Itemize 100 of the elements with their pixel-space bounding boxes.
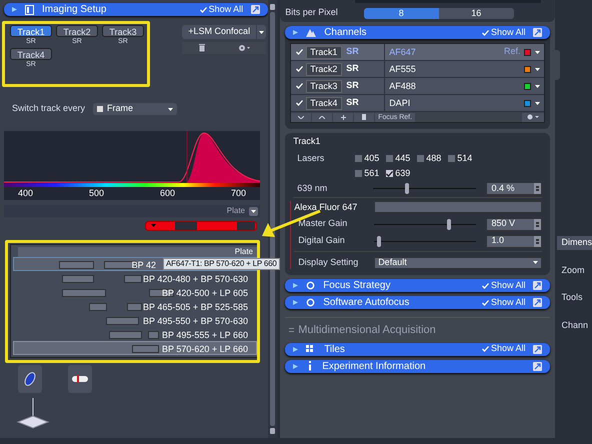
laser-checkbox[interactable]: [448, 154, 456, 162]
side-tab[interactable]: Zoom: [557, 264, 592, 277]
laser-checkbox[interactable]: [386, 154, 394, 162]
track-button[interactable]: Track2: [56, 25, 98, 37]
track-name-field[interactable]: Track4: [306, 96, 342, 110]
panel-header[interactable]: Channels Show All: [285, 26, 550, 39]
laser-checkbox[interactable]: [386, 170, 394, 178]
laser-wavelength: 639: [395, 167, 410, 180]
channel-color-swatch[interactable]: [524, 100, 532, 106]
tooltip: AF647-T1: BP 570-620 + LP 660: [163, 258, 280, 270]
channel-row[interactable]: Track1 SR AF647 Ref.: [291, 44, 544, 61]
laser-power-label: 639 nm: [297, 182, 328, 195]
expander-icon: [293, 364, 298, 368]
bits-per-pixel-label: Bits per Pixel: [285, 6, 338, 20]
filter-row[interactable]: BP 420-480 + BP 570-630: [13, 271, 257, 285]
check-icon: [296, 83, 303, 89]
master-gain-field[interactable]: 850 V: [486, 218, 542, 230]
side-tab[interactable]: Chann: [557, 318, 592, 332]
filter-band: [106, 317, 139, 325]
expander-icon: [293, 30, 298, 35]
show-all-toggle[interactable]: Show All: [482, 296, 526, 310]
lens-button[interactable]: [18, 365, 42, 393]
check-icon: [296, 100, 303, 106]
mountain-icon: [306, 28, 316, 37]
display-setting-dropdown[interactable]: Default: [374, 256, 542, 268]
track-name-field[interactable]: Track2: [306, 62, 342, 76]
track-name-field[interactable]: Track3: [306, 80, 342, 92]
check-icon: [482, 30, 489, 36]
show-all-toggle[interactable]: Show All: [482, 278, 526, 292]
filter-row[interactable]: BP 465-505 + BP 525-585: [13, 299, 257, 313]
filter-label: BP 420-480 + BP 570-630: [142, 273, 248, 286]
filter-row[interactable]: BP 495-555 + LP 660: [13, 327, 257, 341]
side-tab[interactable]: Tools: [557, 291, 592, 304]
panel-header[interactable]: Experiment Information: [285, 360, 550, 372]
show-all-toggle[interactable]: Show All: [200, 2, 244, 16]
laser-checkbox[interactable]: [355, 170, 362, 178]
channel-row[interactable]: Track2 SR AF555: [291, 61, 544, 78]
bit-depth-option[interactable]: 16: [438, 8, 514, 18]
track-name-field[interactable]: Track1: [306, 46, 342, 58]
chevron-up-icon: [319, 116, 326, 118]
laser-checkbox[interactable]: [417, 154, 424, 162]
filter-row[interactable]: BP 570-620 + LP 660: [13, 341, 257, 355]
undock-icon: [533, 362, 542, 370]
circle-icon: [306, 298, 316, 307]
caret-icon[interactable]: [535, 84, 540, 88]
expander-icon: [293, 300, 298, 305]
move-down-button[interactable]: [291, 112, 312, 122]
slider-thumb[interactable]: [405, 183, 410, 194]
wavelength-tick: 600: [160, 187, 175, 200]
trash-icon[interactable]: [198, 44, 205, 52]
channel-color-swatch[interactable]: [524, 48, 532, 56]
filter-label: BP 495-550 + BP 570-630: [142, 315, 248, 328]
laser-power-field[interactable]: 0.4 %: [486, 182, 542, 195]
settings-button[interactable]: [522, 112, 544, 122]
laser-checkbox[interactable]: [355, 154, 362, 162]
side-tab[interactable]: Dimens: [557, 236, 592, 250]
caret-icon[interactable]: [535, 102, 540, 104]
track-button[interactable]: Track3: [102, 25, 144, 37]
slider-thumb[interactable]: [377, 236, 382, 246]
panel-header[interactable]: Software Autofocus Show All: [285, 296, 550, 309]
display-setting-label: Display Setting: [298, 256, 360, 269]
check-icon: [482, 300, 489, 306]
track-button[interactable]: Track4: [10, 48, 52, 60]
switch-track-dropdown[interactable]: Frame: [93, 103, 178, 115]
show-all-toggle[interactable]: Show All: [482, 342, 526, 356]
lasers-label: Lasers: [297, 152, 326, 164]
add-button[interactable]: [333, 112, 354, 122]
channel-color-swatch[interactable]: [524, 66, 532, 72]
dye-field[interactable]: [374, 201, 542, 214]
filter-button[interactable]: [68, 365, 92, 393]
track-button[interactable]: Track1: [10, 25, 52, 37]
delete-button[interactable]: [354, 112, 374, 122]
show-all-toggle[interactable]: Show All: [482, 26, 526, 40]
caret-icon[interactable]: [535, 68, 540, 70]
filter-row[interactable]: BP 495-550 + BP 570-630: [13, 313, 257, 327]
checkbox[interactable]: [294, 81, 304, 91]
spin-arrows-icon: [534, 183, 542, 194]
channel-color-swatch[interactable]: [524, 82, 532, 90]
panel-title: Software Autofocus: [323, 296, 410, 310]
caret-icon: [533, 261, 538, 264]
panel-header[interactable]: Tiles Show All: [285, 342, 550, 356]
add-track-button[interactable]: +LSM Confocal: [182, 25, 256, 39]
filter-row[interactable]: BP 420-500 + LP 605: [13, 285, 257, 299]
slider-thumb[interactable]: [446, 218, 451, 230]
move-up-button[interactable]: [312, 112, 332, 122]
digital-gain-field[interactable]: 1.0: [486, 234, 542, 248]
checkbox[interactable]: [294, 47, 304, 57]
bit-depth-option[interactable]: 8: [364, 8, 439, 18]
caret-icon[interactable]: [249, 206, 258, 216]
checkbox[interactable]: [294, 98, 304, 108]
filter-list-header: Plate: [18, 247, 257, 257]
caret-icon: [168, 108, 174, 110]
dropdown-button[interactable]: [257, 25, 266, 39]
panel-header[interactable]: Imaging Setup Show All: [4, 3, 268, 16]
caret-icon[interactable]: [535, 50, 540, 54]
channel-row[interactable]: Track3 SR AF488: [291, 78, 544, 95]
gain-label: Master Gain: [298, 217, 348, 230]
checkbox[interactable]: [294, 64, 304, 74]
expander-icon: [293, 283, 298, 288]
panel-header[interactable]: Focus Strategy Show All: [285, 279, 550, 292]
